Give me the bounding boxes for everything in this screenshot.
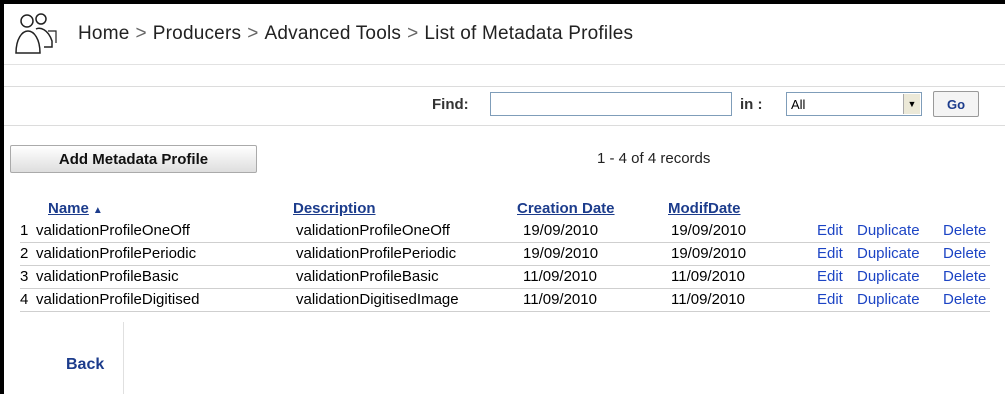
table-header: Name ▲ Description Creation Date ModifDat… [20, 200, 1005, 220]
delete-link[interactable]: Delete [943, 291, 986, 308]
profile-name: validationProfileDigitised [36, 291, 200, 308]
breadcrumb-home[interactable]: Home [78, 23, 129, 44]
breadcrumb-advanced-tools[interactable]: Advanced Tools [264, 23, 401, 44]
modif-date: 11/09/2010 [671, 268, 745, 285]
creation-date: 11/09/2010 [523, 291, 597, 308]
users-icon [15, 13, 57, 54]
profile-name: validationProfilePeriodic [36, 245, 197, 262]
profile-description: validationDigitisedImage [296, 291, 459, 308]
breadcrumb-current: List of Metadata Profiles [424, 23, 634, 44]
table-row: 4 validationProfileDigitised validationD… [20, 289, 990, 312]
delete-link[interactable]: Delete [943, 268, 986, 285]
search-scope-select[interactable]: All ▼ [786, 92, 922, 116]
profiles-table: Name ▲ Description Creation Date ModifDat… [20, 200, 1005, 312]
column-header-name[interactable]: Name ▲ [48, 200, 103, 217]
back-link[interactable]: Back [66, 356, 104, 374]
row-number: 4 [20, 291, 29, 308]
creation-date: 19/09/2010 [523, 245, 599, 262]
duplicate-link[interactable]: Duplicate [857, 268, 920, 285]
table-row: 3 validationProfileBasic validationProfi… [20, 266, 990, 289]
profile-name: validationProfileBasic [36, 268, 179, 285]
profile-name: validationProfileOneOff [36, 222, 190, 239]
creation-date: 11/09/2010 [523, 268, 597, 285]
table-row: 2 validationProfilePeriodic validationPr… [20, 243, 990, 266]
modif-date: 11/09/2010 [671, 291, 745, 308]
profile-description: validationProfilePeriodic [296, 245, 457, 262]
breadcrumb-separator: > [407, 23, 419, 44]
duplicate-link[interactable]: Duplicate [857, 291, 920, 308]
duplicate-link[interactable]: Duplicate [857, 222, 920, 239]
find-input[interactable] [490, 92, 732, 116]
row-number: 1 [20, 222, 29, 239]
search-scope-value: All [791, 96, 806, 112]
profile-description: validationProfileBasic [296, 268, 439, 285]
find-bar: Find: in : All ▼ Go [4, 86, 1005, 126]
column-header-modif-date[interactable]: ModifDate [668, 200, 741, 217]
breadcrumb: Home > Producers > Advanced Tools > List of Me… [78, 23, 633, 45]
add-metadata-profile-button[interactable]: Add Metadata Profile [10, 145, 257, 173]
column-header-creation-date[interactable]: Creation Date [517, 200, 615, 217]
edit-link[interactable]: Edit [817, 291, 843, 308]
column-header-name-label: Name [48, 200, 89, 217]
modif-date: 19/09/2010 [671, 222, 747, 239]
page-header: Home > Producers > Advanced Tools > List of Me… [4, 4, 1005, 65]
profile-description: validationProfileOneOff [296, 222, 450, 239]
chevron-down-icon[interactable]: ▼ [903, 94, 920, 114]
column-header-description[interactable]: Description [293, 200, 376, 217]
breadcrumb-producers[interactable]: Producers [153, 23, 241, 44]
breadcrumb-separator: > [135, 23, 147, 44]
edit-link[interactable]: Edit [817, 245, 843, 262]
edit-link[interactable]: Edit [817, 222, 843, 239]
go-button[interactable]: Go [933, 91, 979, 117]
records-count: 1 - 4 of 4 records [597, 150, 711, 167]
breadcrumb-separator: > [247, 23, 259, 44]
in-label: in : [740, 96, 763, 113]
creation-date: 19/09/2010 [523, 222, 599, 239]
table-row: 1 validationProfileOneOff validationProf… [20, 220, 990, 243]
find-label: Find: [432, 96, 469, 113]
delete-link[interactable]: Delete [943, 222, 986, 239]
edit-link[interactable]: Edit [817, 268, 843, 285]
duplicate-link[interactable]: Duplicate [857, 245, 920, 262]
row-number: 3 [20, 268, 29, 285]
divider [123, 322, 124, 394]
sort-ascending-icon: ▲ [92, 205, 103, 216]
row-number: 2 [20, 245, 29, 262]
delete-link[interactable]: Delete [943, 245, 986, 262]
modif-date: 19/09/2010 [671, 245, 747, 262]
